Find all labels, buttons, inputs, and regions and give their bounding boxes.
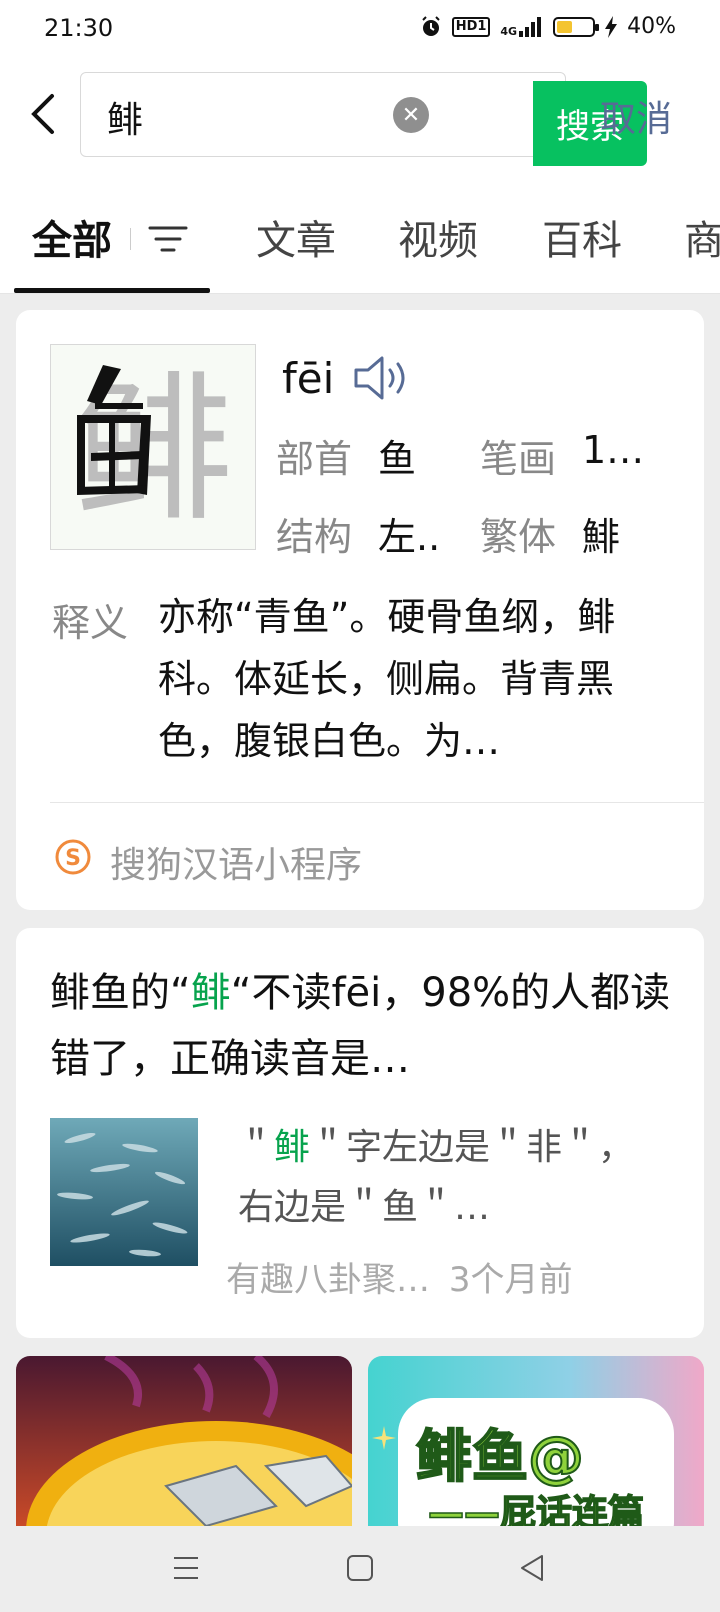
home-nav-icon[interactable] <box>342 1552 378 1584</box>
tab-articles[interactable]: 文章 <box>256 208 336 266</box>
pinyin: fēi <box>282 354 335 403</box>
character-stroke-image: 鲱 <box>50 344 256 550</box>
status-bar: 21:30 HD1 4G 40% <box>0 0 720 64</box>
sparkle-icon <box>372 1426 396 1450</box>
structure-label: 结构 <box>276 515 353 559</box>
tab-shop[interactable]: 商 <box>684 208 720 266</box>
back-nav-icon[interactable] <box>514 1552 550 1584</box>
tab-bar: 全部 文章 视频 百科 商 <box>0 184 720 294</box>
tab-videos[interactable]: 视频 <box>398 208 478 266</box>
battery-icon <box>553 16 600 37</box>
article-title-highlight: 鲱 <box>190 970 231 1016</box>
radical-label: 部首 <box>276 437 353 481</box>
definition-text: 亦称“青鱼”。硬骨鱼纲，鲱科。体延长，侧扁。背青黑色，腹银白色。为… <box>158 595 616 763</box>
source-mini-program[interactable]: 搜狗汉语小程序 <box>110 836 362 888</box>
status-icons: HD1 4G 40% <box>420 14 676 39</box>
sogou-logo-icon: S <box>55 839 91 875</box>
article-title[interactable]: 鲱鱼的“鲱“不读fēi，98%的人都读错了，正确读音是… <box>50 960 680 1092</box>
status-time: 21:30 <box>44 14 114 42</box>
tab-baike[interactable]: 百科 <box>542 208 622 266</box>
back-icon[interactable] <box>26 92 62 136</box>
structure-value: 左.. <box>378 515 441 559</box>
network-label: 4G <box>500 24 518 38</box>
active-tab-indicator <box>14 288 210 293</box>
clear-icon[interactable]: ✕ <box>393 97 429 133</box>
thumbnail-title: 鲱鱼@ <box>415 1424 585 1491</box>
article-thumbnail[interactable] <box>50 1118 198 1266</box>
video-thumbnail-left[interactable] <box>16 1356 352 1526</box>
thumbnail-subtitle: ——屁话连篇 <box>427 1492 645 1526</box>
video-thumbnail-right[interactable]: 鲱鱼@ ——屁话连篇 <box>368 1356 704 1526</box>
article-meta: 有趣八卦聚… 3个月前 <box>226 1252 572 1301</box>
search-header: 鲱 ✕ 搜索 取消 <box>0 64 720 184</box>
menu-nav-icon[interactable] <box>168 1552 204 1584</box>
card-divider <box>50 802 704 803</box>
radical-value: 鱼 <box>378 437 417 481</box>
search-input[interactable]: 鲱 <box>107 91 143 143</box>
article-snippet: ＂鲱＂字左边是＂非＂，右边是＂鱼＂… <box>238 1118 638 1238</box>
alarm-icon <box>421 15 440 36</box>
character-grid: 鲱 <box>74 356 234 543</box>
traditional-value: 鯡 <box>582 515 621 559</box>
traditional-label: 繁体 <box>480 515 557 559</box>
article-card[interactable]: 鲱鱼的“鲱“不读fēi，98%的人都读错了，正确读音是… ＂鲱＂字左边是＂非＂，… <box>16 928 704 1338</box>
strokes-label: 笔画 <box>480 437 557 481</box>
tab-divider <box>130 228 131 250</box>
article-title-part1: 鲱鱼的“ <box>50 970 191 1016</box>
cancel-button[interactable]: 取消 <box>600 90 672 142</box>
battery-percent: 40% <box>627 14 676 39</box>
article-time: 3个月前 <box>448 1260 573 1300</box>
article-snippet-part1: ＂ <box>238 1127 275 1168</box>
definition-label: 释义 <box>52 601 129 645</box>
article-author[interactable]: 有趣八卦聚… <box>226 1260 430 1300</box>
article-snippet-highlight: 鲱 <box>274 1127 311 1168</box>
tab-all[interactable]: 全部 <box>32 208 112 266</box>
signal-icon: 4G <box>500 16 543 38</box>
dish-image <box>16 1356 352 1526</box>
speaker-icon[interactable] <box>352 354 416 402</box>
strokes-value: 1… <box>582 428 645 472</box>
svg-text:S: S <box>65 846 81 871</box>
system-nav-bar <box>0 1526 720 1612</box>
search-box[interactable]: 鲱 ✕ 搜索 <box>80 72 647 166</box>
battery-fill <box>557 20 573 33</box>
dictionary-card[interactable]: 鲱 fēi 部首 鱼 笔画 1… 结构 左.. 繁体 鯡 释义 亦称“青鱼”。硬… <box>16 310 704 910</box>
filter-icon[interactable] <box>148 222 188 256</box>
hd-badge: HD1 <box>451 16 491 37</box>
charging-icon <box>605 15 618 38</box>
